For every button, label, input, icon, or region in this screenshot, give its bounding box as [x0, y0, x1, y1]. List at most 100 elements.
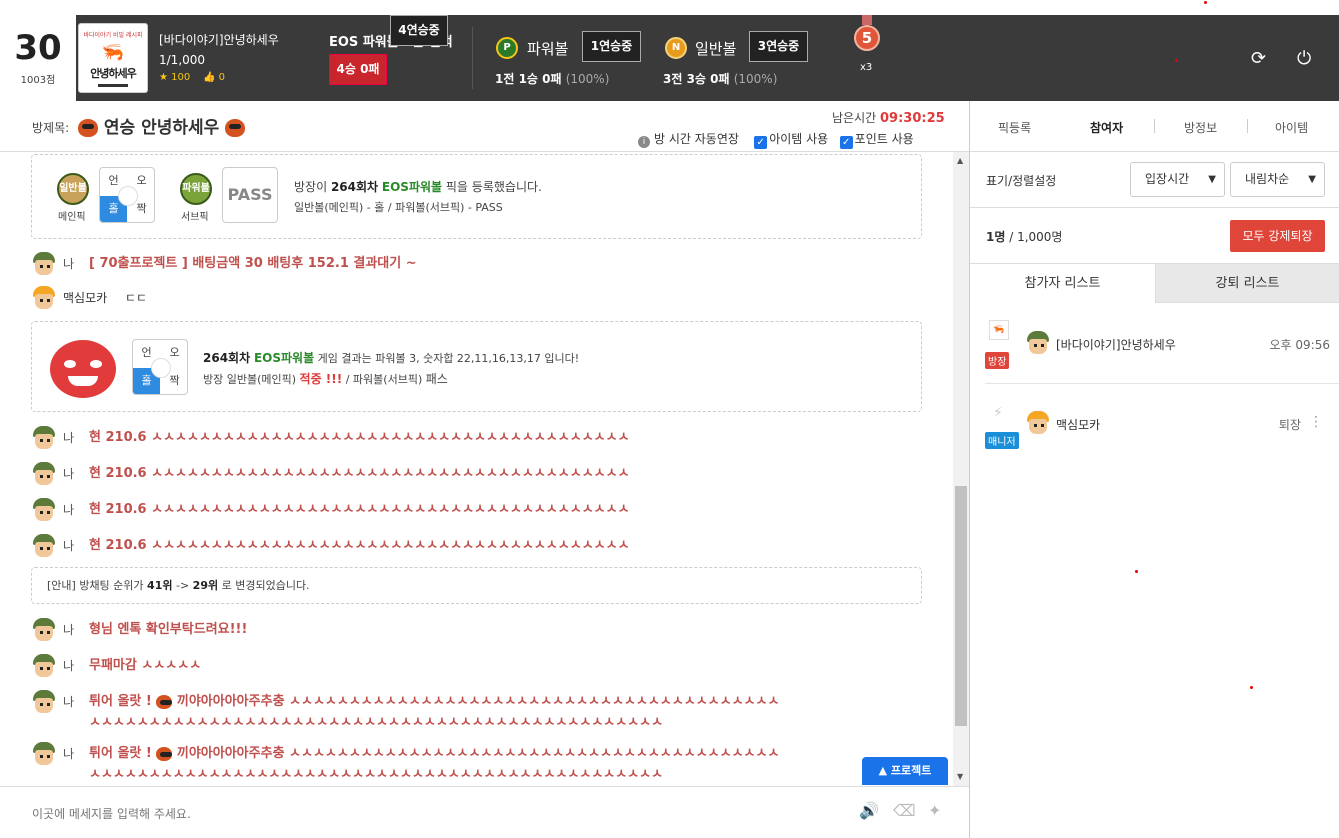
participant-count-row: 1명 / 1,000명 모두 강제퇴장	[970, 208, 1339, 264]
right-panel-tabs: 픽등록 참여자 방정보 아이템	[969, 101, 1339, 152]
devil-mascot-icon	[50, 340, 116, 398]
powerball-record: 1전 1승 0패 (100%)	[495, 72, 610, 86]
refresh-icon[interactable]: ⟳	[1251, 48, 1266, 69]
chat-input[interactable]: 이곳에 메세지를 입력해 주세요.	[32, 805, 191, 822]
eraser-icon[interactable]: ⌫	[893, 801, 916, 820]
tab-participants[interactable]: 참여자	[1090, 119, 1123, 136]
rank-change-notice: [안내] 방채팅 순위가 41위 -> 29위 로 변경되었습니다.	[31, 567, 922, 604]
main-pick-label: 메인픽	[58, 212, 86, 223]
sort-by-select[interactable]: 입장시간 ▼	[1130, 162, 1225, 197]
host-role-badge: 방장	[985, 352, 1010, 369]
more-options-icon[interactable]: ⋮	[1309, 414, 1323, 430]
chat-text: ㄷㄷ	[125, 291, 148, 305]
eos-record-badge: 4승 0패	[329, 54, 387, 85]
participant-row[interactable]: 🦐 방장 [바다이야기]안녕하세우 오후 09:56	[985, 320, 1339, 370]
chevron-down-icon: ▼	[1208, 174, 1216, 185]
user-avatar[interactable]	[31, 742, 57, 766]
normalball-icon: N	[665, 37, 687, 59]
tab-kicked-list[interactable]: 강퇴 리스트	[1156, 264, 1339, 303]
chat-text: 현 210.6 ㅅㅅㅅㅅㅅㅅㅅㅅㅅㅅㅅㅅㅅㅅㅅㅅㅅㅅㅅㅅㅅㅅㅅㅅㅅㅅㅅㅅㅅㅅㅅㅅ…	[89, 502, 630, 517]
chat-username: 나	[63, 539, 75, 553]
normalball-label: 일반볼	[695, 40, 737, 58]
shrimp-icon: 🦐	[101, 42, 125, 63]
host-level: 30	[14, 28, 62, 68]
emoticon-icon	[78, 119, 98, 137]
emoticon-icon	[156, 746, 173, 761]
emoticon-icon	[225, 119, 246, 137]
manager-role-badge: 매니저	[985, 432, 1019, 449]
speaker-icon[interactable]: 🔊	[859, 801, 879, 820]
chat-username: 나	[63, 431, 75, 445]
kick-all-button[interactable]: 모두 강제퇴장	[1230, 220, 1325, 252]
use-point-label: 포인트 사용	[854, 132, 914, 146]
header-divider	[472, 27, 473, 89]
tab-participant-list[interactable]: 참가자 리스트	[970, 264, 1156, 303]
user-avatar[interactable]	[31, 426, 57, 450]
room-info-bar: 방제목: 연승 안녕하세우 남은시간 09:30:25 i 방 시간 자동연장 ✓…	[0, 101, 969, 152]
scroll-thumb[interactable]	[955, 486, 967, 726]
user-avatar[interactable]	[31, 534, 57, 558]
new-user-avatar[interactable]	[31, 286, 57, 310]
kick-icon[interactable]: ⚡	[993, 405, 1003, 421]
eos-streak-badge: 4연승중	[390, 15, 448, 46]
odd-even-board: 언 오 홀 짝	[132, 339, 188, 395]
user-avatar[interactable]	[31, 690, 57, 714]
sub-pick-icon: 파워볼	[180, 173, 212, 205]
magic-wand-icon[interactable]: ✦	[928, 801, 941, 820]
chat-text: 형님 엔톡 확인부탁드려요!!!	[89, 622, 248, 637]
use-point-checkbox[interactable]: ✓	[839, 136, 853, 149]
thumb-name: 안녕하세우	[90, 67, 137, 80]
host-level-box: 30 1003점	[0, 15, 76, 101]
project-button[interactable]: ▲ 프로젝트	[862, 757, 948, 785]
tab-items[interactable]: 아이템	[1275, 119, 1308, 136]
host-points: 1003점	[20, 75, 56, 86]
participant-name: [바다이야기]안녕하세우	[1056, 338, 1176, 352]
chat-text: 현 210.6 ㅅㅅㅅㅅㅅㅅㅅㅅㅅㅅㅅㅅㅅㅅㅅㅅㅅㅅㅅㅅㅅㅅㅅㅅㅅㅅㅅㅅㅅㅅㅅㅅ…	[89, 466, 630, 481]
scroll-down-icon[interactable]: ▼	[957, 772, 963, 781]
thumb-underline	[98, 84, 128, 87]
user-avatar[interactable]	[31, 462, 57, 486]
user-avatar[interactable]	[31, 654, 57, 678]
power-icon[interactable]: ⏻	[1297, 48, 1311, 69]
host-name: [바다이야기]안녕하세우	[159, 33, 279, 47]
participant-row[interactable]: ⚡ 매니저 맥심모카 퇴장 ⋮	[985, 405, 1339, 450]
tab-pick-register[interactable]: 픽등록	[998, 119, 1031, 136]
participant-tabs: 참가자 리스트 강퇴 리스트	[970, 264, 1339, 303]
tab-room-info[interactable]: 방정보	[1184, 119, 1217, 136]
participant-join-time: 오후 09:56	[1269, 338, 1330, 352]
red-dot	[1250, 686, 1253, 689]
red-dot	[1175, 59, 1178, 62]
chat-text: [ 70출프로젝트 ] 배팅금액 30 배팅후 152.1 결과대기 ~	[89, 256, 417, 271]
participant-name: 맥심모카	[1056, 418, 1101, 432]
room-thumbnail[interactable]: 바다이야기 비밀 레시피 🦐 안녕하세우	[78, 23, 148, 93]
chat-username: 나	[63, 467, 75, 481]
thumbs-up-icon: 👍	[202, 72, 216, 83]
medal-number: 5	[854, 25, 880, 51]
chat-username: 나	[63, 695, 75, 709]
top-strip	[0, 0, 1339, 15]
chat-text-continued: ㅅㅅㅅㅅㅅㅅㅅㅅㅅㅅㅅㅅㅅㅅㅅㅅㅅㅅㅅㅅㅅㅅㅅㅅㅅㅅㅅㅅㅅㅅㅅㅅㅅㅅㅅㅅㅅㅅㅅㅅ…	[89, 715, 664, 730]
rank-medal-icon: 5	[853, 15, 881, 57]
sub-pick-label: 서브픽	[181, 212, 209, 223]
auto-extend-label: 방 시간 자동연장	[654, 132, 739, 146]
user-avatar[interactable]	[31, 618, 57, 642]
sort-settings-row: 표기/정렬설정 입장시간 ▼ 내림차순 ▼	[970, 152, 1339, 208]
chat-area: 일반볼 메인픽 언 오 홀 짝 파워볼 서브픽 PASS 방장이 264회차 E…	[0, 152, 953, 786]
sort-settings-label: 표기/정렬설정	[986, 174, 1057, 188]
user-avatar[interactable]	[31, 498, 57, 522]
kick-out-button[interactable]: 퇴장	[1279, 416, 1301, 433]
chat-text: 현 210.6 ㅅㅅㅅㅅㅅㅅㅅㅅㅅㅅㅅㅅㅅㅅㅅㅅㅅㅅㅅㅅㅅㅅㅅㅅㅅㅅㅅㅅㅅㅅㅅㅅ…	[89, 538, 630, 553]
user-avatar[interactable]	[31, 252, 57, 276]
pass-pick: PASS	[222, 167, 278, 223]
chat-text-continued: ㅅㅅㅅㅅㅅㅅㅅㅅㅅㅅㅅㅅㅅㅅㅅㅅㅅㅅㅅㅅㅅㅅㅅㅅㅅㅅㅅㅅㅅㅅㅅㅅㅅㅅㅅㅅㅅㅅㅅㅅ…	[89, 767, 664, 782]
tab-separator	[1247, 119, 1248, 133]
powerball-label: 파워볼	[527, 40, 569, 58]
star-icon: ★	[159, 72, 168, 83]
sort-order-select[interactable]: 내림차순 ▼	[1230, 162, 1325, 197]
scroll-up-icon[interactable]: ▲	[957, 156, 963, 165]
medal-multiplier: x3	[860, 62, 873, 73]
chevron-down-icon: ▼	[1308, 174, 1316, 185]
chat-scrollbar[interactable]: ▲ ▼	[953, 152, 969, 786]
normalball-streak-badge: 3연승중	[749, 31, 808, 62]
use-item-checkbox[interactable]: ✓	[754, 136, 768, 149]
